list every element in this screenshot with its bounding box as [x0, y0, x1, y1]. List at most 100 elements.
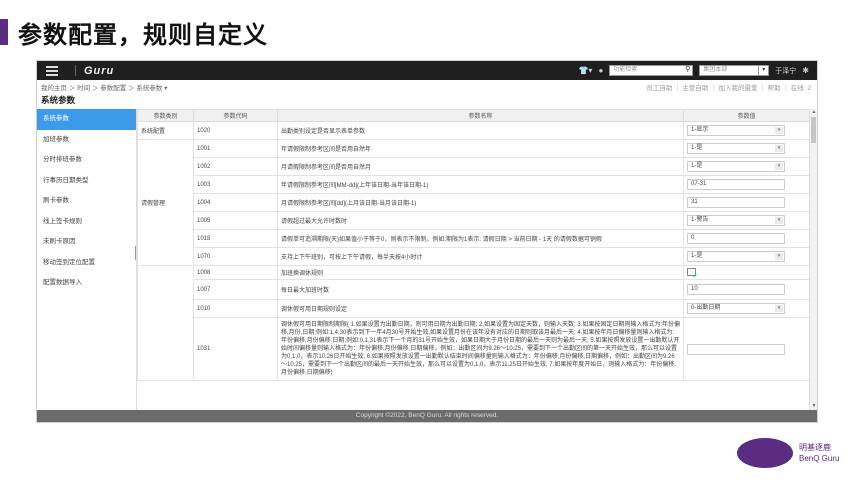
- chevron-down-icon[interactable]: ▾: [775, 305, 783, 312]
- name-cell: 调休假可用日期限制期限( 1.如果设置为出勤日期，则可用日期为出勤日期; 2.如…: [277, 317, 684, 381]
- value-input[interactable]: 10: [687, 284, 785, 295]
- name-cell: 出勤类别设定是否显示表单参数: [277, 121, 684, 140]
- scroll-down-icon[interactable]: ▼: [810, 403, 817, 410]
- chevron-down-icon[interactable]: ▾: [775, 145, 783, 152]
- table-row: 1070 支持上下午班别，可按上下午请假，每半天按4小时计 1-是 ▾: [138, 247, 810, 266]
- logo-line-1: 明基逐鹿: [799, 443, 831, 452]
- benq-logo-mark: [737, 438, 793, 468]
- value-input[interactable]: 07-31: [687, 179, 785, 190]
- user-name[interactable]: 于泽宁: [775, 66, 796, 76]
- chevron-down-icon[interactable]: ▾: [775, 127, 783, 134]
- table-row: 1018 请假单可追溯期限(天)如果值小于等于0，则表示不限制。例如:期限为1表…: [138, 229, 810, 248]
- table-row: 1008 加班换调休规则: [137, 265, 810, 381]
- code-cell: 1007: [193, 279, 278, 300]
- name-cell: 请假单可追溯期限(天)如果值小于等于0，则表示不限制。例如:期限为1表示: 请假…: [277, 229, 684, 248]
- shirt-icon[interactable]: 👕▾: [578, 66, 592, 75]
- code-cell: 1005: [193, 211, 278, 230]
- slide-title: 参数配置，规则自定义: [0, 14, 268, 50]
- table-row: 1007 每日最大加班时数 10: [138, 279, 810, 300]
- scroll-up-icon[interactable]: ▲: [810, 109, 817, 116]
- name-cell: 月请假限制参考区间[dd](上月该日期-当月该日期-1): [277, 193, 684, 212]
- table-row: 1004 月请假限制参考区间[dd](上月该日期-当月该日期-1) 31: [138, 193, 810, 212]
- sidebar-item-shift-params[interactable]: 分时排班参数: [37, 150, 136, 171]
- search-icon[interactable]: ⚲: [685, 65, 690, 74]
- value-input[interactable]: [687, 343, 785, 355]
- value-select[interactable]: 1-是 ▾: [687, 251, 785, 262]
- code-cell: 1010: [193, 299, 278, 318]
- category-cell-overtime: [137, 265, 194, 381]
- sidebar-item-online-signin-rules[interactable]: 线上签卡规则: [37, 212, 136, 233]
- code-cell: 1018: [193, 229, 278, 248]
- name-cell: 月请假限制参考区间是否用自然月: [277, 157, 684, 176]
- menu-icon[interactable]: [37, 61, 67, 80]
- col-header-category: 参数类别: [137, 109, 194, 122]
- header-links[interactable]: 员工自助 ｜ 主管自助 ｜ 加入我的最爱 ｜ 帮助 ｜ 在线: 2: [646, 82, 817, 92]
- benq-logo: 明基逐鹿 BenQ Guru: [737, 438, 839, 468]
- value-select[interactable]: 0-出勤日期 ▾: [687, 303, 785, 314]
- chevron-down-icon[interactable]: ▾: [775, 253, 783, 260]
- table-row: 1010 调休假可用日期规则设定 0-出勤日期 ▾: [138, 299, 810, 318]
- chat-icon[interactable]: ●: [598, 66, 603, 75]
- sidebar-item-config-import[interactable]: 配置数据导入: [37, 273, 136, 294]
- title-accent-bar: [0, 19, 8, 45]
- scrollbar-thumb[interactable]: [811, 117, 816, 143]
- sidebar-item-missed-punch-reason[interactable]: 未刷卡原因: [37, 232, 136, 253]
- name-cell: 每日最大加班时数: [277, 279, 684, 300]
- value-input[interactable]: 31: [687, 197, 785, 208]
- sidebar-item-system-params[interactable]: 系统参数: [37, 109, 136, 130]
- vertical-scrollbar[interactable]: ▲ ▼: [809, 109, 817, 410]
- code-cell: 1008: [193, 265, 278, 280]
- code-cell: 1070: [193, 247, 278, 266]
- table-row: 1002 月请假限制参考区间是否用自然月 1-是 ▾: [138, 157, 810, 176]
- name-cell: 年请假限制参考区间是否用自然年: [277, 139, 684, 158]
- code-cell: 1002: [193, 157, 278, 176]
- sidebar-item-punch-params[interactable]: 刷卡参数: [37, 191, 136, 212]
- params-table: 参数类别 参数代码 参数名称 参数值 系统配置 1020 出勤类别设定是否显示表…: [137, 109, 810, 381]
- sidebar: 系统参数 加班参数 分时排班参数 行事历日期类型 刷卡参数 线上签卡规则 未刷卡…: [37, 109, 138, 410]
- name-cell: 请假超过最大允许时数时: [277, 211, 684, 230]
- slide-title-text: 参数配置，规则自定义: [18, 20, 268, 49]
- value-select[interactable]: 1-是 ▾: [687, 143, 785, 154]
- code-cell: 1020: [193, 121, 278, 140]
- sidebar-item-calendar-date-type[interactable]: 行事历日期类型: [37, 171, 136, 192]
- value-select[interactable]: 1-警告 ▾: [687, 215, 785, 226]
- logo-line-2: BenQ Guru: [799, 454, 840, 463]
- department-select[interactable]: 集团本部 ▾: [699, 65, 770, 76]
- name-cell: 年请假限制参考区间[MM-dd](上年该日期-当年该日期-1): [277, 175, 684, 194]
- value-input[interactable]: 0: [687, 233, 785, 244]
- name-cell: 加班换调休规则: [277, 265, 684, 280]
- table-row: 系统配置 1020 出勤类别设定是否显示表单参数 1-显示 ▾: [137, 121, 810, 140]
- footer-copyright: Copyright ©2022, BenQ Guru. All rights r…: [37, 410, 817, 422]
- name-cell: 调休假可用日期规则设定: [277, 299, 684, 318]
- col-header-value: 参数值: [683, 109, 810, 122]
- chevron-down-icon[interactable]: ▾: [775, 217, 783, 224]
- table-row: 1005 请假超过最大允许时数时 1-警告 ▾: [138, 211, 810, 230]
- value-select[interactable]: 1-显示 ▾: [687, 125, 785, 136]
- sidebar-item-mobile-checkin-location[interactable]: 移动签到定位配置: [37, 253, 136, 274]
- code-cell: 1031: [193, 317, 278, 381]
- page-title: 系统参数: [41, 95, 76, 105]
- category-cell: 系统配置: [137, 121, 194, 140]
- table-row: 1031 调休假可用日期限制期限( 1.如果设置为出勤日期，则可用日期为出勤日期…: [138, 317, 810, 381]
- table-row: 请假管理 1001 年请假限制参考区间是否用自然年 1-是 ▾: [137, 139, 810, 266]
- name-cell: 支持上下午班别，可按上下午请假，每半天按4小时计: [277, 247, 684, 266]
- col-header-code: 参数代码: [193, 109, 278, 122]
- code-cell: 1004: [193, 193, 278, 212]
- chevron-down-icon[interactable]: ▾: [758, 66, 769, 75]
- sidebar-item-overtime-params[interactable]: 加班参数: [37, 130, 136, 151]
- col-header-name: 参数名称: [277, 109, 684, 122]
- code-cell: 1001: [193, 139, 278, 158]
- table-row: 1003 年请假限制参考区间[MM-dd](上年该日期-当年该日期-1) 07-…: [138, 175, 810, 194]
- chevron-down-icon[interactable]: ▾: [775, 163, 783, 170]
- edit-icon[interactable]: [687, 267, 696, 276]
- breadcrumb[interactable]: 我的主页 ＞ 时间 ＞ 参数配置 ＞ 系统参数 ▾: [41, 82, 167, 92]
- category-cell-leave: 请假管理: [137, 139, 194, 266]
- value-select[interactable]: 1-是 ▾: [687, 161, 785, 172]
- app-window: Guru 👕▾ ● 功能检索 ⚲ 集团本部 ▾ 于泽宁 ✱ 我的主页 ＞ 时间 …: [36, 60, 818, 423]
- function-search-input[interactable]: 功能检索 ⚲: [609, 65, 694, 76]
- app-brand[interactable]: Guru: [84, 65, 114, 77]
- code-cell: 1003: [193, 175, 278, 194]
- params-table-area: 参数类别 参数代码 参数名称 参数值 系统配置 1020 出勤类别设定是否显示表…: [137, 109, 817, 410]
- gear-icon[interactable]: ✱: [802, 66, 809, 75]
- top-navbar: Guru 👕▾ ● 功能检索 ⚲ 集团本部 ▾ 于泽宁 ✱: [37, 61, 817, 80]
